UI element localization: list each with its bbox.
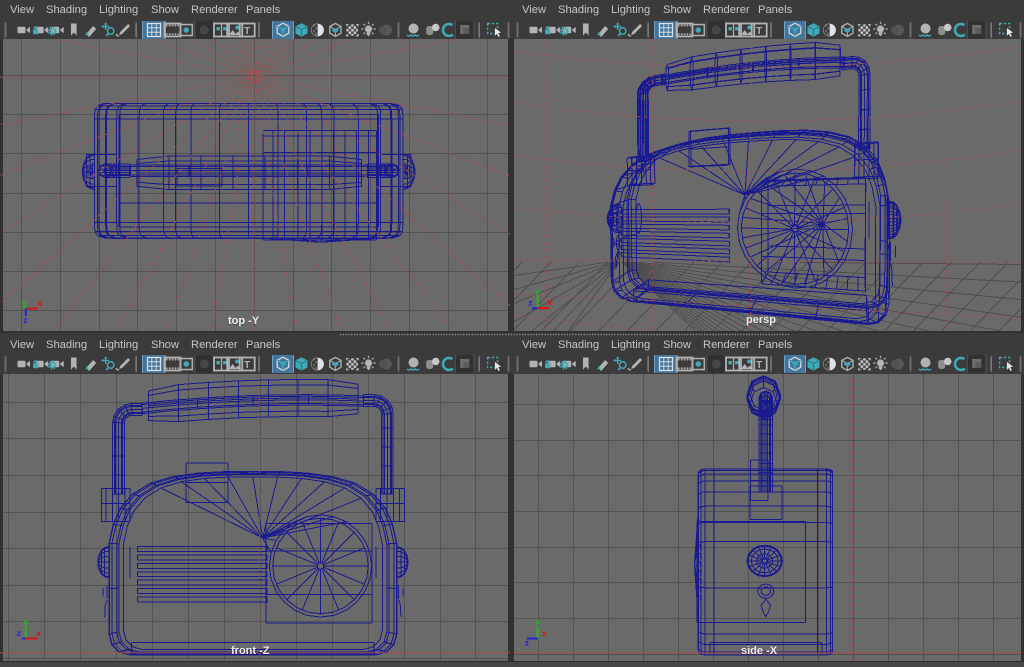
svg-text:z: z <box>528 298 532 308</box>
svg-text:y: y <box>535 287 540 297</box>
svg-text:y: y <box>22 298 27 308</box>
svg-text:x: x <box>36 628 41 638</box>
svg-text:x: x <box>37 298 42 308</box>
svg-text:z: z <box>23 315 27 325</box>
svg-text:T: T <box>756 26 762 37</box>
svg-text:z: z <box>525 638 529 648</box>
svg-text:z: z <box>17 628 21 638</box>
svg-text:T: T <box>244 360 250 371</box>
svg-text:T: T <box>756 360 762 371</box>
svg-text:T: T <box>244 26 250 37</box>
svg-text:y: y <box>23 617 28 627</box>
svg-text:x: x <box>542 628 547 638</box>
svg-text:y: y <box>535 617 540 627</box>
svg-text:x: x <box>547 297 552 307</box>
